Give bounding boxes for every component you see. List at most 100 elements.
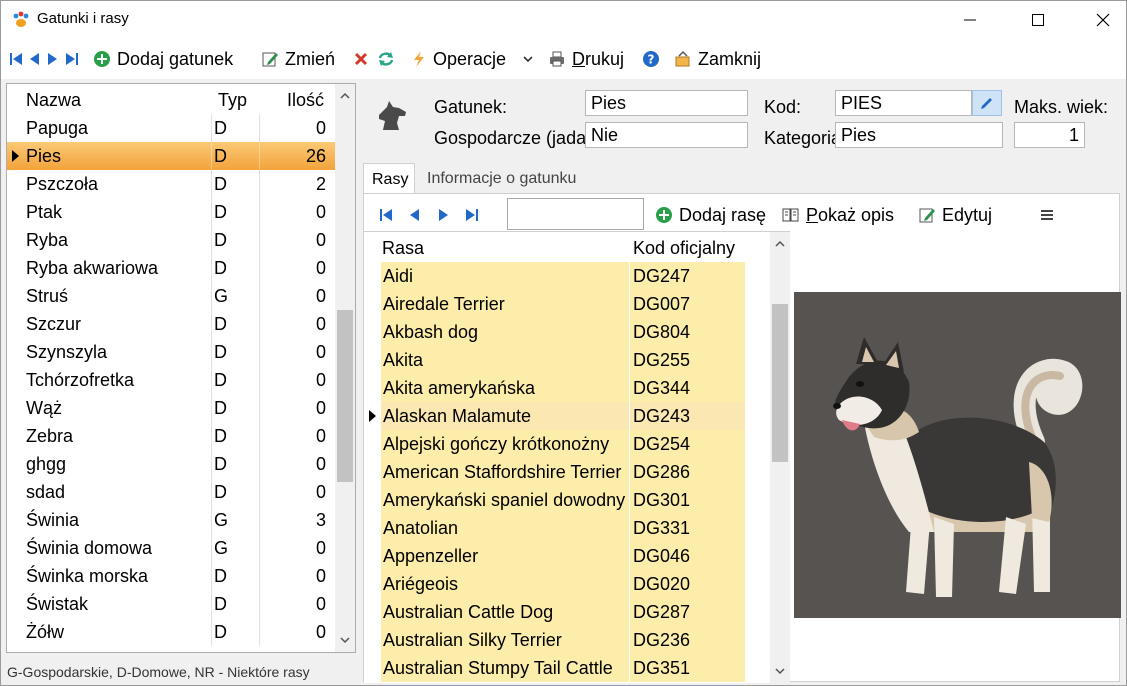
species-row[interactable]: ghgg D 0 [7, 450, 335, 478]
close-form-button[interactable]: Zamknij [674, 48, 761, 70]
species-row[interactable]: Wąż D 0 [7, 394, 335, 422]
species-row[interactable]: Papuga D 0 [7, 114, 335, 142]
species-type-cell: D [214, 314, 227, 334]
breed-row[interactable]: Airedale Terrier DG007 [364, 290, 768, 318]
species-row[interactable]: Tchórzofretka D 0 [7, 366, 335, 394]
column-header-count[interactable]: Ilość [287, 90, 324, 111]
code-field[interactable]: PIES [835, 90, 972, 116]
species-count-cell: 0 [315, 202, 326, 222]
species-row[interactable]: Świnia G 3 [7, 506, 335, 534]
breed-row[interactable]: Akita DG255 [364, 346, 768, 374]
scroll-thumb[interactable] [772, 304, 788, 462]
svg-text:?: ? [648, 53, 655, 67]
add-breed-button[interactable]: Dodaj rasę [655, 204, 766, 226]
breed-last-button[interactable] [465, 204, 479, 226]
edit-code-button[interactable] [972, 90, 1002, 116]
minimize-button[interactable] [947, 1, 993, 39]
species-row[interactable]: Żółw D 0 [7, 618, 335, 646]
species-row[interactable]: Zebra D 0 [7, 422, 335, 450]
column-separator [211, 254, 212, 282]
scroll-up-button[interactable] [770, 234, 790, 254]
breeds-grid-scrollbar[interactable] [770, 232, 790, 683]
delete-button[interactable] [353, 48, 369, 70]
scroll-down-button[interactable] [335, 630, 355, 650]
tab-species-info[interactable]: Informacje o gatunku [419, 163, 584, 193]
chevron-down-icon [523, 56, 533, 63]
species-row[interactable]: Świnka morska D 0 [7, 562, 335, 590]
species-label: Gatunek: [434, 97, 508, 117]
prev-record-icon [410, 209, 419, 221]
species-row[interactable]: Szczur D 0 [7, 310, 335, 338]
breed-row[interactable]: Akita amerykańska DG344 [364, 374, 768, 402]
species-row[interactable]: sdad D 0 [7, 478, 335, 506]
last-record-button[interactable] [65, 48, 79, 70]
breeds-grid[interactable]: Rasa Kod oficjalny Aidi DG247 Airedale Ter… [364, 231, 790, 683]
breed-code-cell: DG254 [630, 430, 745, 458]
species-count-cell: 0 [315, 342, 326, 362]
lightning-icon [414, 51, 424, 67]
edit-species-label: Zmień [285, 48, 336, 69]
close-window-button[interactable] [1080, 1, 1126, 39]
tab-breeds[interactable]: Rasy [363, 163, 415, 193]
species-row[interactable]: Struś G 0 [7, 282, 335, 310]
species-name-cell: Ptak [26, 202, 63, 222]
prev-record-icon [30, 53, 39, 65]
species-row[interactable]: Szynszyla D 0 [7, 338, 335, 366]
species-row[interactable]: Ptak D 0 [7, 198, 335, 226]
max-age-field[interactable]: 1 [1014, 122, 1085, 148]
species-row[interactable]: Świnia domowa G 0 [7, 534, 335, 562]
breed-search-input[interactable] [507, 198, 644, 230]
scroll-up-button[interactable] [335, 86, 355, 106]
farm-animal-field[interactable]: Nie [585, 122, 748, 148]
species-row[interactable]: Świstak D 0 [7, 590, 335, 618]
species-type-cell: G [214, 538, 229, 558]
breed-row[interactable]: Alaskan Malamute DG243 [364, 402, 768, 430]
species-row[interactable]: Pies D 26 [7, 142, 335, 170]
scroll-down-button[interactable] [770, 661, 790, 681]
breeds-menu-button[interactable] [1040, 204, 1054, 226]
column-header-official-code[interactable]: Kod oficjalny [633, 238, 735, 259]
maximize-button[interactable] [1015, 1, 1061, 39]
print-button[interactable]: Drukuj [548, 48, 624, 70]
column-separator [259, 114, 260, 142]
breed-code-cell: DG286 [630, 458, 745, 486]
help-button[interactable]: ? [642, 48, 660, 70]
edit-breed-button[interactable]: Edytuj [918, 204, 992, 226]
scroll-thumb[interactable] [337, 310, 353, 482]
breed-row[interactable]: Amerykański spaniel dowodny DG301 [364, 486, 768, 514]
breed-row[interactable]: Australian Cattle Dog DG287 [364, 598, 768, 626]
category-field[interactable]: Pies [835, 122, 1003, 148]
column-header-type[interactable]: Typ [218, 90, 247, 111]
refresh-button[interactable] [377, 48, 395, 70]
breed-prev-button[interactable] [408, 204, 420, 226]
species-name-field[interactable]: Pies [585, 90, 748, 116]
breed-row[interactable]: Australian Silky Terrier DG236 [364, 626, 768, 654]
species-list[interactable]: Nazwa Typ Ilość Papuga D 0 Pies D 26 Pszczoła D… [6, 83, 356, 653]
breed-row[interactable]: Ariégeois DG020 [364, 570, 768, 598]
operations-menu-button[interactable]: Operacje [411, 48, 534, 70]
breed-row[interactable]: American Staffordshire Terrier DG286 [364, 458, 768, 486]
breed-code-cell: DG243 [630, 402, 745, 430]
species-row[interactable]: Pszczoła D 2 [7, 170, 335, 198]
column-header-name[interactable]: Nazwa [26, 90, 81, 111]
add-icon [94, 51, 110, 67]
breed-row[interactable]: Aidi DG247 [364, 262, 768, 290]
breed-row[interactable]: Appenzeller DG046 [364, 542, 768, 570]
breed-row[interactable]: Akbash dog DG804 [364, 318, 768, 346]
species-row[interactable]: Ryba D 0 [7, 226, 335, 254]
species-row[interactable]: Ryba akwariowa D 0 [7, 254, 335, 282]
breed-row[interactable]: Anatolian DG331 [364, 514, 768, 542]
edit-species-button[interactable]: Zmień [261, 48, 335, 70]
show-description-button[interactable]: Pokaż opis [782, 204, 894, 226]
breed-first-button[interactable] [379, 204, 393, 226]
next-record-button[interactable] [47, 48, 59, 70]
breed-photo [794, 292, 1121, 618]
first-record-button[interactable] [9, 48, 23, 70]
prev-record-button[interactable] [28, 48, 40, 70]
column-header-breed[interactable]: Rasa [382, 238, 424, 259]
breed-row[interactable]: Alpejski gończy krótkonożny DG254 [364, 430, 768, 458]
species-list-scrollbar[interactable] [335, 84, 355, 652]
add-species-button[interactable]: Dodaj gatunek [93, 48, 233, 70]
breed-next-button[interactable] [438, 204, 450, 226]
breed-row[interactable]: Australian Stumpy Tail Cattle DG351 [364, 654, 768, 682]
